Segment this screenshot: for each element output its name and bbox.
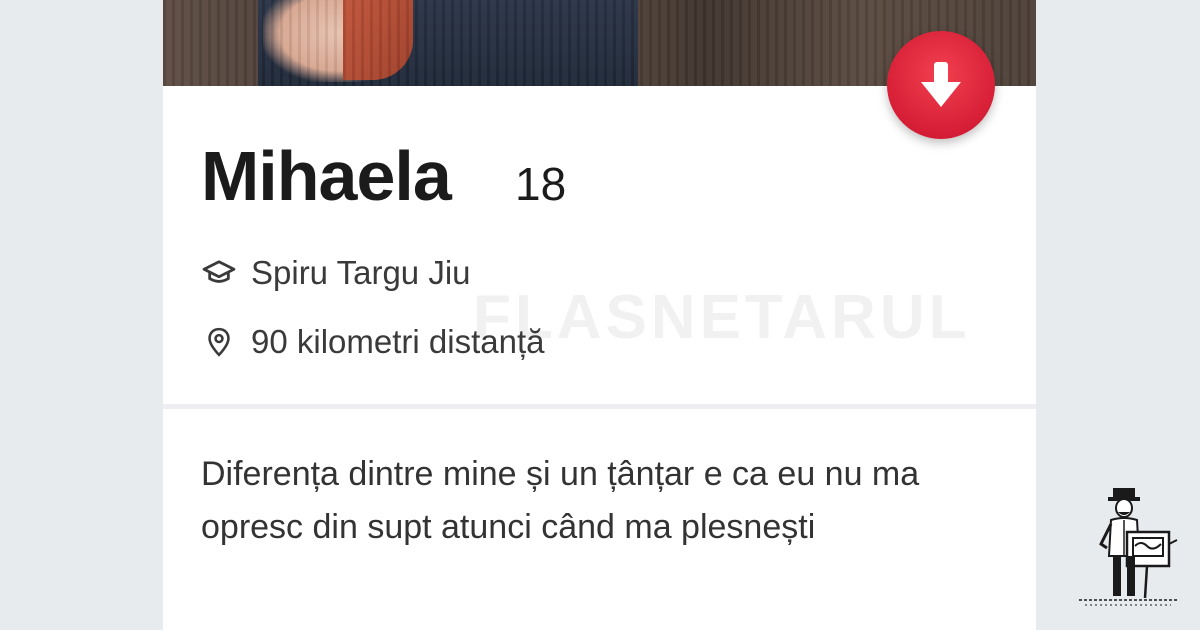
location-pin-icon <box>201 325 237 359</box>
profile-card: Mihaela 18 FLASNETARUL Spiru Targu Jiu 9… <box>163 0 1036 630</box>
school-label: Spiru Targu Jiu <box>251 254 471 291</box>
profile-age: 18 <box>515 158 567 210</box>
profile-name: Mihaela <box>201 137 452 215</box>
collapse-profile-button[interactable] <box>887 31 995 139</box>
distance-label: 90 kilometri distanță <box>251 323 545 360</box>
section-divider <box>163 404 1036 409</box>
graduation-cap-icon <box>201 256 237 290</box>
arrow-down-icon <box>921 62 961 107</box>
distance-row: 90 kilometri distanță <box>201 323 544 361</box>
profile-bio: Diferența dintre mine și un țânțar e ca … <box>201 455 920 546</box>
school-row: Spiru Targu Jiu <box>201 254 471 292</box>
organ-grinder-logo <box>1079 488 1179 606</box>
watermark: FLASNETARUL <box>473 283 971 352</box>
